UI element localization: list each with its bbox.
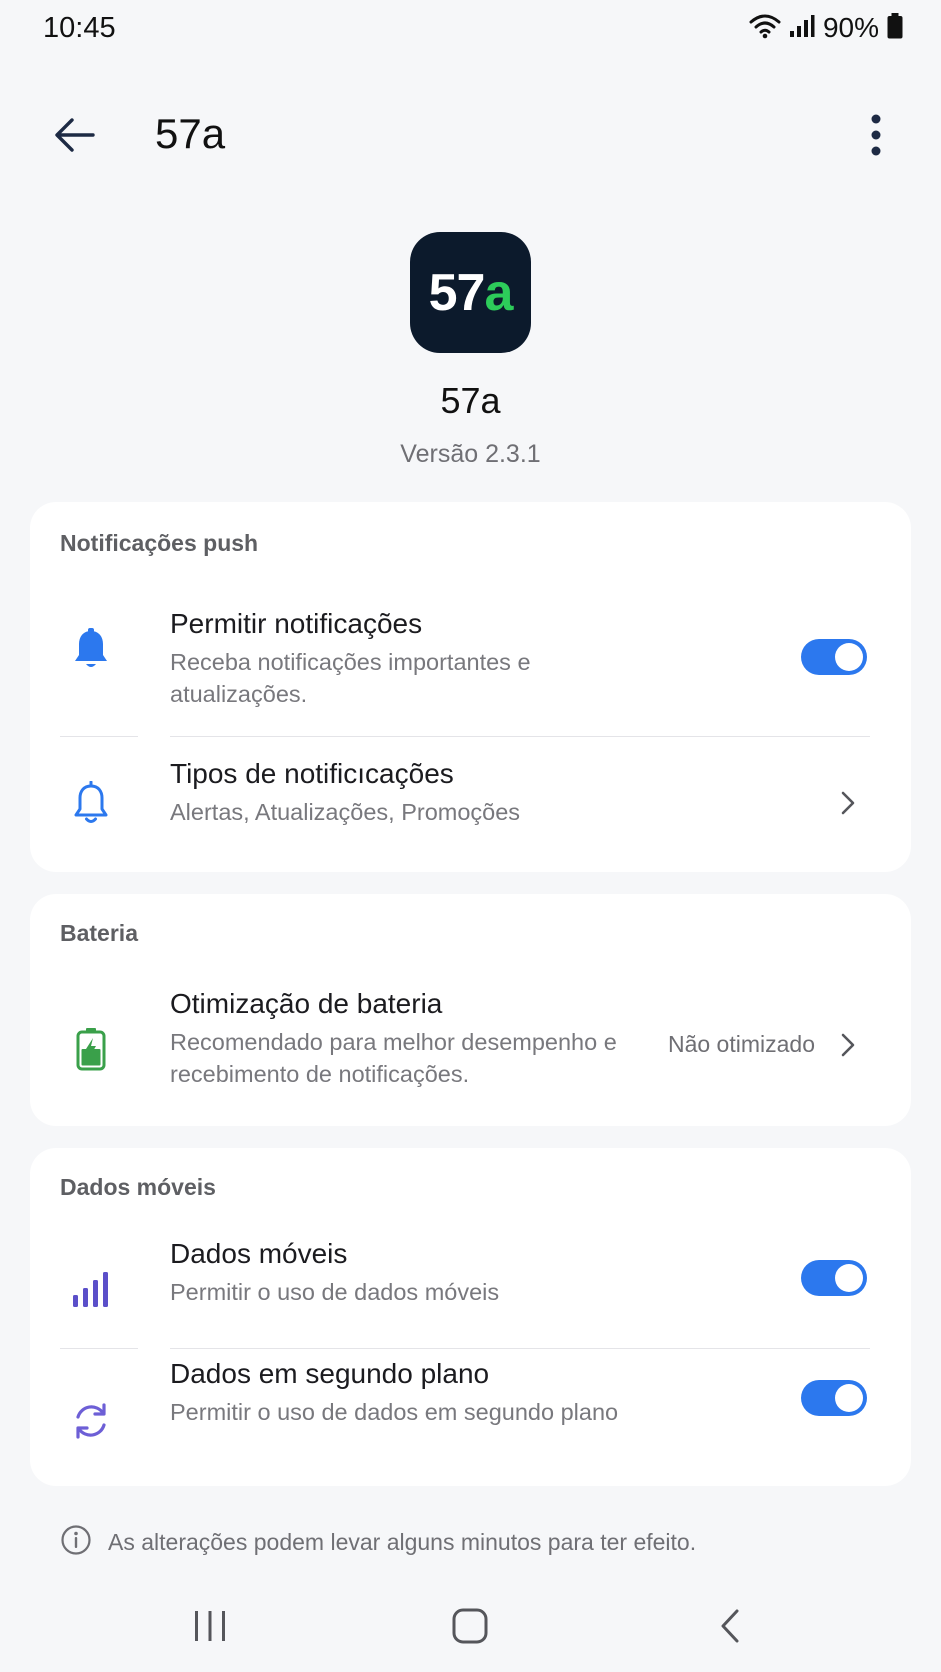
mobile-data-toggle[interactable] [801,1260,867,1296]
back-button[interactable] [44,104,106,166]
more-vert-icon [871,114,881,156]
divider [60,1348,138,1349]
arrow-left-icon [55,118,95,152]
mobile-data-title: Dados móveis [170,1238,348,1269]
app-icon-logo: 57a [428,263,514,322]
battery-optimization-title: Otimização de bateria [170,988,443,1019]
battery-optimization-row[interactable]: Otimização de bateria Recomendado para m… [30,986,911,1116]
status-indicators: 90% [749,12,903,44]
chevron-left-icon [721,1609,739,1643]
recents-icon [195,1611,225,1641]
toggle-knob [835,1384,863,1412]
notification-types-row[interactable]: Tipos de notificıcações Alertas, Atualiz… [30,738,911,868]
nav-back-button[interactable] [695,1598,765,1654]
battery-charging-icon [60,1018,122,1080]
app-bar: 57a [0,90,941,180]
system-nav-bar [0,1590,941,1660]
status-bar: 10:45 90% [0,0,941,56]
battery-percentage: 90% [822,12,879,43]
cell-signal-icon [789,14,815,43]
mobile-data-subtitle: Permitir o uso de dados móveis [170,1279,500,1305]
home-icon [452,1608,488,1644]
background-data-title: Dados em segundo plano [170,1358,490,1389]
battery-optimization-value: Não otimizado [667,1031,815,1057]
push-notifications-card: Notificações push Permitir notificações … [30,502,911,872]
allow-notifications-toggle[interactable] [801,639,867,675]
bell-filled-icon [60,618,122,680]
allow-notifications-title: Permitir notificações [170,608,423,639]
chevron-right-icon [833,788,863,818]
divider [170,1348,870,1349]
toggle-knob [835,1264,863,1292]
background-data-toggle[interactable] [801,1380,867,1416]
notification-types-subtitle: Alertas, Atualizações, Promoções [170,799,521,825]
app-icon: 57a [410,232,531,353]
notification-types-title: Tipos de notificıcações [170,758,454,789]
info-note: As alterações podem levar alguns minutos… [60,1524,696,1561]
page-title: 57a [155,110,226,157]
app-name: 57a [440,380,501,421]
bell-outline-icon [60,772,122,834]
divider [60,736,138,737]
background-data-subtitle: Permitir o uso de dados em segundo plano [170,1399,619,1425]
app-settings-screen: 10:45 90% 57a 57a 57a Versão 2.3.1 Notif… [0,0,941,1672]
app-version: Versão 2.3.1 [400,440,541,468]
background-data-row[interactable]: Dados em segundo plano Permitir o uso de… [30,1350,911,1482]
allow-notifications-subtitle: Receba notificações importantes e atuali… [170,649,531,707]
more-options-button[interactable] [851,104,901,166]
signal-bars-icon [60,1258,122,1320]
section-title-push: Notificações push [60,530,259,556]
wifi-icon [749,13,781,44]
battery-optimization-subtitle: Recomendado para melhor desempenho e rec… [170,1029,617,1087]
recents-button[interactable] [175,1598,245,1654]
section-title-data: Dados móveis [60,1174,216,1200]
home-button[interactable] [435,1598,505,1654]
info-icon [60,1524,92,1561]
toggle-knob [835,643,863,671]
allow-notifications-row[interactable]: Permitir notificações Receba notificaçõe… [30,594,911,734]
mobile-data-row[interactable]: Dados móveis Permitir o uso de dados móv… [30,1236,911,1346]
battery-icon [887,12,903,44]
divider [170,736,870,737]
info-note-text: As alterações podem levar alguns minutos… [108,1529,697,1555]
chevron-right-icon [833,1030,863,1060]
section-title-battery: Bateria [60,920,138,946]
status-time: 10:45 [43,12,116,44]
sync-icon [60,1390,122,1452]
mobile-data-card: Dados móveis Dados móveis Permitir o uso… [30,1148,911,1486]
battery-card: Bateria Otimização de bateria Recomendad… [30,894,911,1126]
